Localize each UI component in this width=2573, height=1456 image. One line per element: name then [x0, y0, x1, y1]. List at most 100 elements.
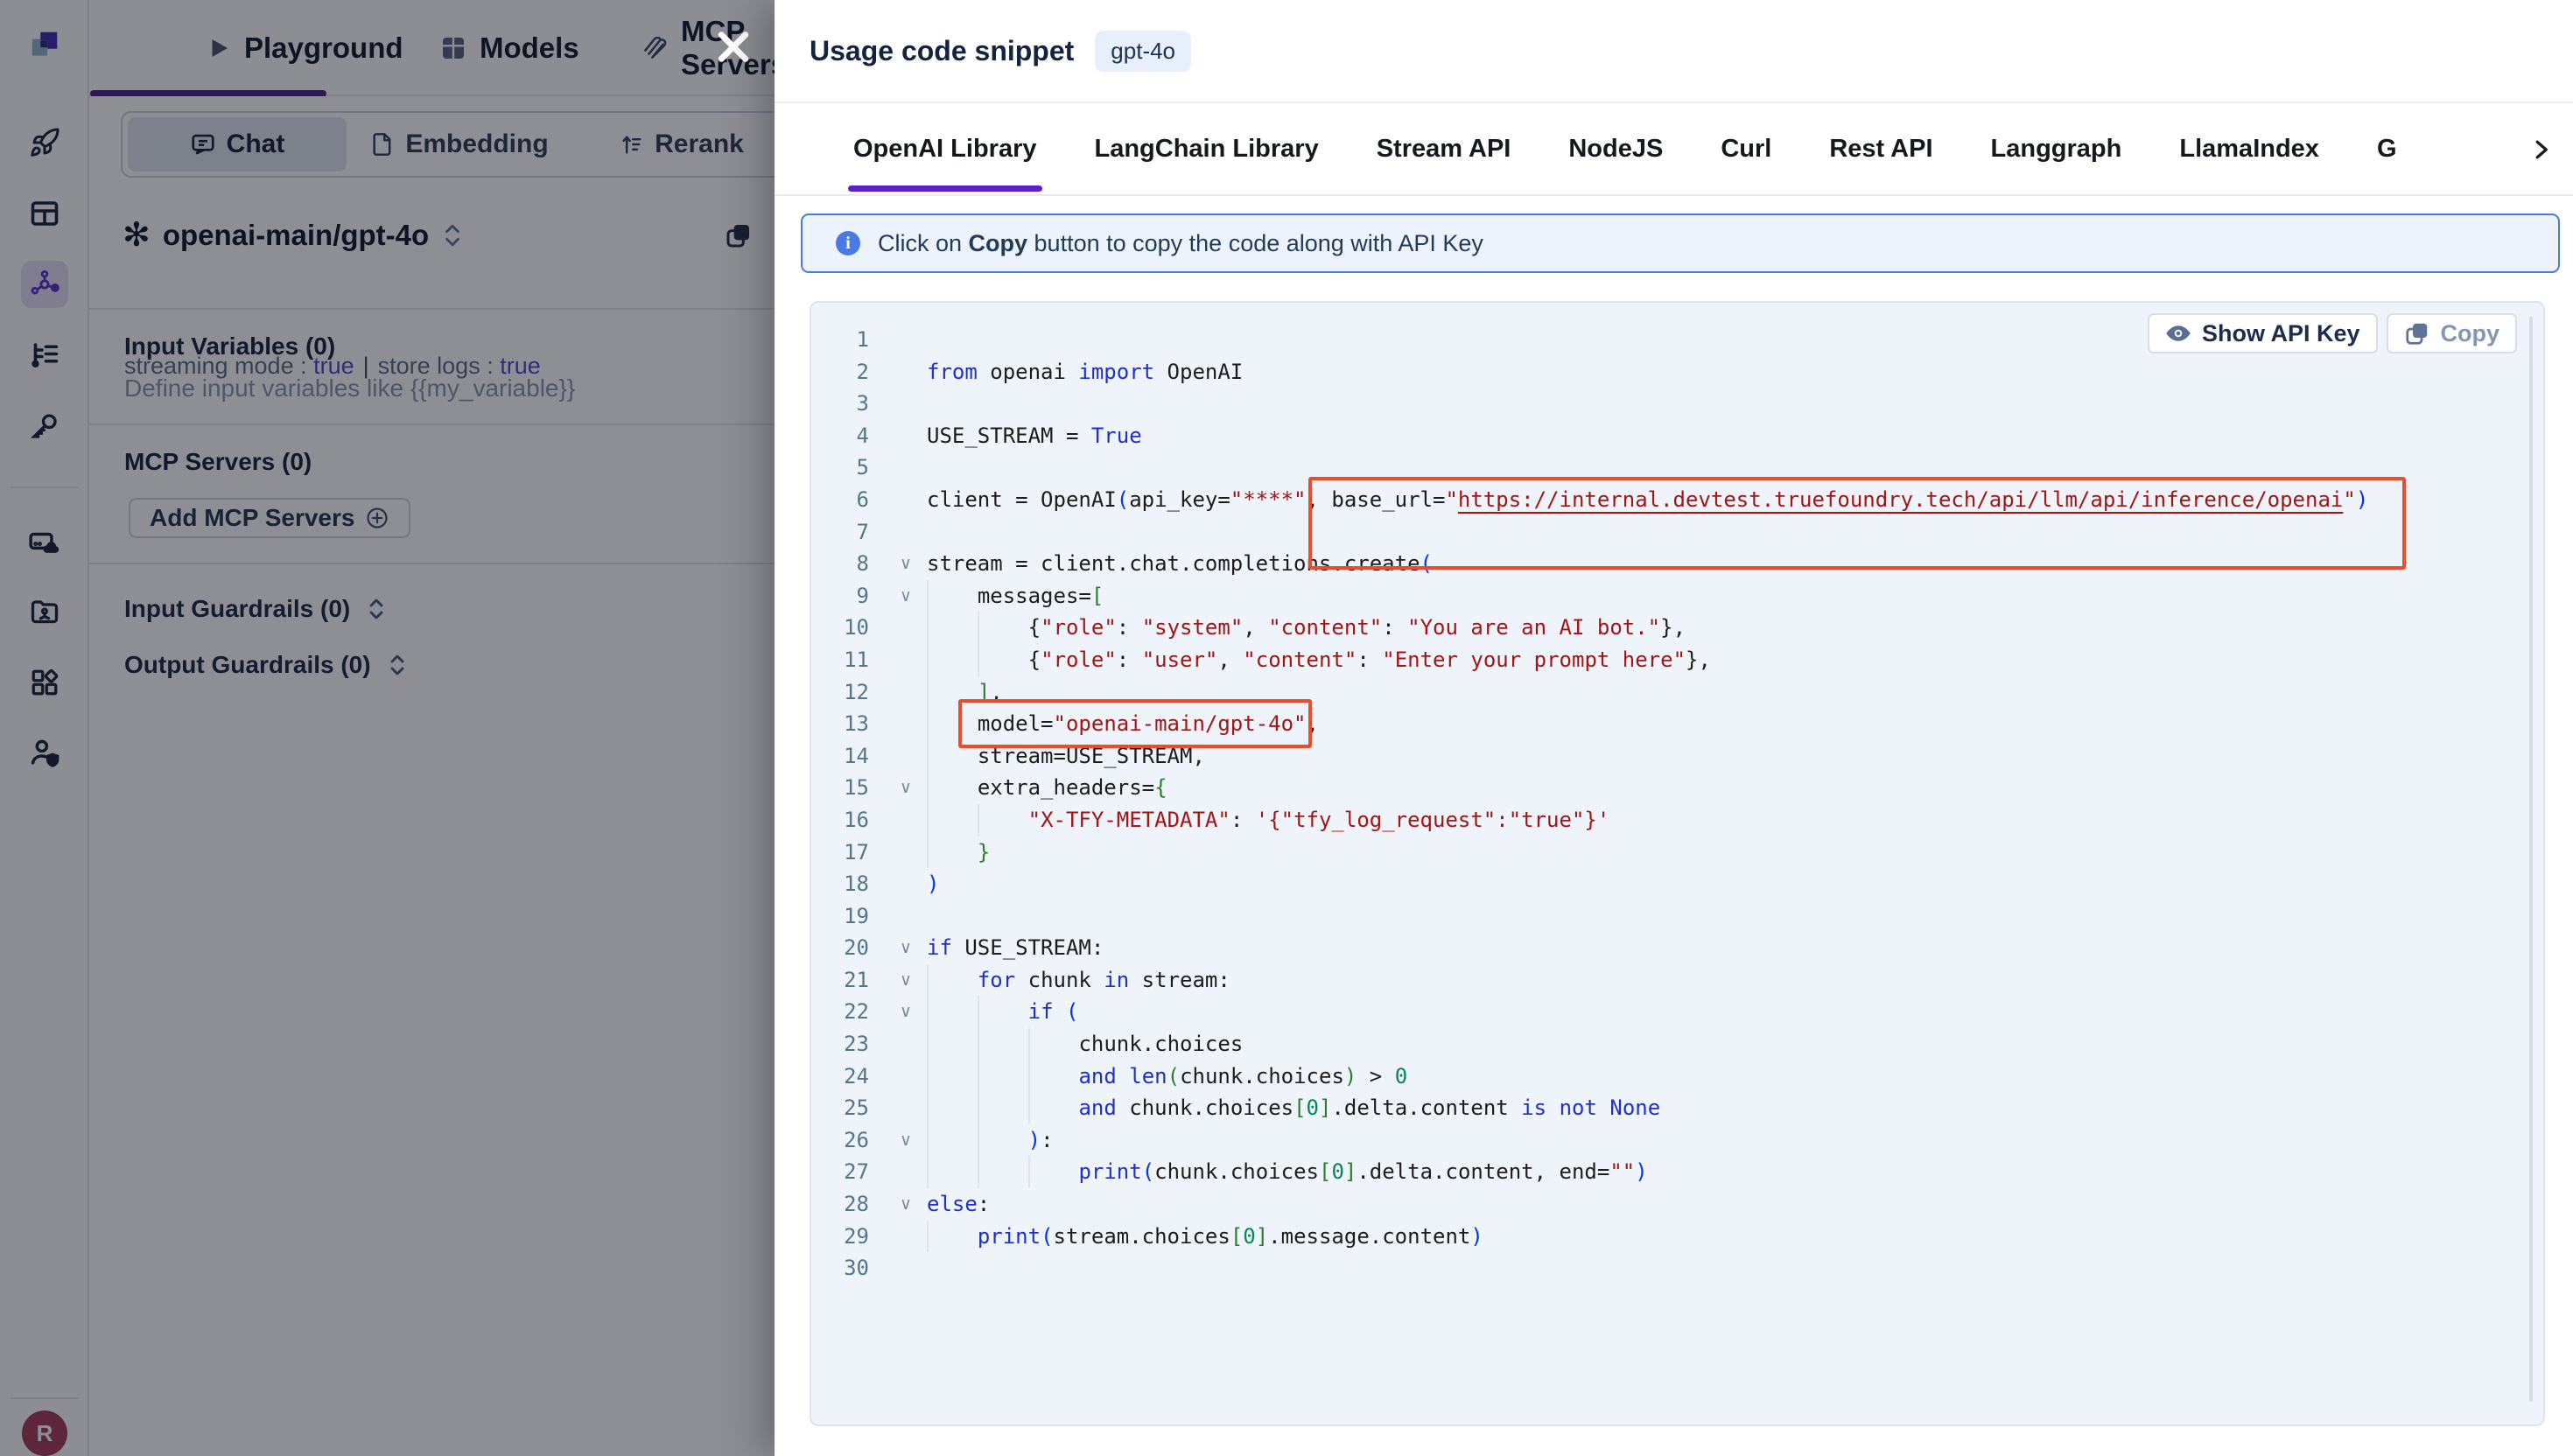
- modal-header: Usage code snippet gpt-4o: [775, 0, 2573, 103]
- line-number: 24: [811, 1060, 885, 1093]
- code-line: 9∨messages=[: [811, 580, 2545, 612]
- fold-gutter: [885, 1156, 927, 1188]
- line-number: 23: [811, 1028, 885, 1060]
- model-badge: gpt-4o: [1095, 31, 1191, 72]
- model-highlight-box: [958, 699, 1312, 748]
- indent-guide: [927, 996, 978, 1028]
- info-banner: i Click on Copy button to copy the code …: [801, 214, 2560, 273]
- code-line: 17}: [811, 836, 2545, 869]
- line-number: 26: [811, 1124, 885, 1157]
- code-line: 11{"role": "user", "content": "Enter you…: [811, 644, 2545, 676]
- show-api-key-button[interactable]: Show API Key: [2148, 313, 2378, 354]
- fold-chevron-icon[interactable]: ∨: [885, 996, 927, 1028]
- fold-gutter: [885, 388, 927, 420]
- line-number: 25: [811, 1092, 885, 1124]
- base-url-highlight-box: [1308, 477, 2406, 570]
- indent-guide: [978, 1060, 1028, 1093]
- code-line: 16"X-TFY-METADATA": '{"tfy_log_request":…: [811, 804, 2545, 836]
- line-number: 4: [811, 420, 885, 452]
- indent-guide: [1028, 1060, 1079, 1093]
- modal-tab-nodejs[interactable]: NodeJS: [1568, 102, 1663, 195]
- modal-tab-rest-api[interactable]: Rest API: [1829, 102, 1932, 195]
- fold-gutter: [885, 484, 927, 516]
- fold-gutter: [885, 900, 927, 933]
- indent-guide: [978, 996, 1028, 1028]
- line-number: 20: [811, 932, 885, 964]
- fold-chevron-icon[interactable]: ∨: [885, 772, 927, 804]
- modal-tab-langgraph[interactable]: Langgraph: [1991, 102, 2122, 195]
- fold-chevron-icon[interactable]: ∨: [885, 1124, 927, 1157]
- line-number: 2: [811, 356, 885, 388]
- code-line: 3: [811, 388, 2545, 420]
- code-lines[interactable]: 12from openai import OpenAI34USE_STREAM …: [811, 324, 2545, 1284]
- indent-guide: [927, 1060, 978, 1093]
- fold-chevron-icon[interactable]: ∨: [885, 964, 927, 997]
- code-scrollbar[interactable]: [2529, 317, 2533, 1402]
- code-line: 22∨if (: [811, 996, 2545, 1028]
- line-number: 16: [811, 804, 885, 836]
- fold-chevron-icon[interactable]: ∨: [885, 580, 927, 612]
- line-number: 13: [811, 708, 885, 740]
- eye-icon: [2165, 320, 2191, 346]
- fold-gutter: [885, 1221, 927, 1253]
- indent-guide: [1028, 1156, 1079, 1188]
- fold-gutter: [885, 804, 927, 836]
- code-line: 21∨for chunk in stream:: [811, 964, 2545, 997]
- indent-guide: [978, 644, 1028, 676]
- code-line: 18): [811, 868, 2545, 900]
- indent-guide: [927, 804, 978, 836]
- fold-gutter: [885, 1092, 927, 1124]
- fold-gutter: [885, 1060, 927, 1093]
- line-number: 9: [811, 580, 885, 612]
- modal-tab-stream-api[interactable]: Stream API: [1377, 102, 1511, 195]
- chevron-right-icon[interactable]: [2527, 103, 2554, 196]
- line-number: 6: [811, 484, 885, 516]
- modal-title: Usage code snippet: [810, 35, 1074, 67]
- code-line: 26∨):: [811, 1124, 2545, 1157]
- fold-gutter: [885, 1028, 927, 1060]
- indent-guide: [927, 1221, 978, 1253]
- indent-guide: [1028, 1092, 1079, 1124]
- line-number: 1: [811, 324, 885, 356]
- fold-gutter: [885, 324, 927, 356]
- code-line: 24and len(chunk.choices) > 0: [811, 1060, 2545, 1093]
- modal-tab-llamaindex[interactable]: LlamaIndex: [2179, 102, 2319, 195]
- code-line: 20∨if USE_STREAM:: [811, 932, 2545, 964]
- code-actions: Show API Key Copy: [2148, 313, 2517, 354]
- modal-backdrop[interactable]: [0, 0, 775, 1456]
- indent-guide: [927, 1028, 978, 1060]
- indent-guide: [927, 772, 978, 804]
- line-number: 14: [811, 740, 885, 773]
- code-line: 30: [811, 1252, 2545, 1284]
- line-number: 17: [811, 836, 885, 869]
- modal-tab-curl[interactable]: Curl: [1721, 102, 1771, 195]
- code-line: 10{"role": "system", "content": "You are…: [811, 612, 2545, 644]
- modal-tab-g[interactable]: G: [2377, 102, 2397, 195]
- close-icon[interactable]: [712, 24, 755, 68]
- line-number: 29: [811, 1221, 885, 1253]
- indent-guide: [927, 1092, 978, 1124]
- copy-code-button[interactable]: Copy: [2387, 313, 2518, 354]
- fold-gutter: [885, 868, 927, 900]
- line-number: 28: [811, 1188, 885, 1221]
- modal-tab-openai-library[interactable]: OpenAI Library: [853, 102, 1037, 195]
- line-number: 27: [811, 1156, 885, 1188]
- fold-chevron-icon[interactable]: ∨: [885, 932, 927, 964]
- indent-guide: [927, 836, 978, 869]
- code-line: 27print(chunk.choices[0].delta.content, …: [811, 1156, 2545, 1188]
- indent-guide: [927, 1124, 978, 1157]
- fold-chevron-icon[interactable]: ∨: [885, 548, 927, 580]
- modal-tab-langchain-library[interactable]: LangChain Library: [1095, 102, 1319, 195]
- fold-gutter: [885, 676, 927, 709]
- code-line: 29print(stream.choices[0].message.conten…: [811, 1221, 2545, 1253]
- line-number: 18: [811, 868, 885, 900]
- fold-gutter: [885, 740, 927, 773]
- line-number: 21: [811, 964, 885, 997]
- indent-guide: [927, 964, 978, 997]
- indent-guide: [978, 1156, 1028, 1188]
- indent-guide: [927, 1156, 978, 1188]
- line-number: 15: [811, 772, 885, 804]
- line-number: 3: [811, 388, 885, 420]
- fold-chevron-icon[interactable]: ∨: [885, 1188, 927, 1221]
- indent-guide: [978, 1028, 1028, 1060]
